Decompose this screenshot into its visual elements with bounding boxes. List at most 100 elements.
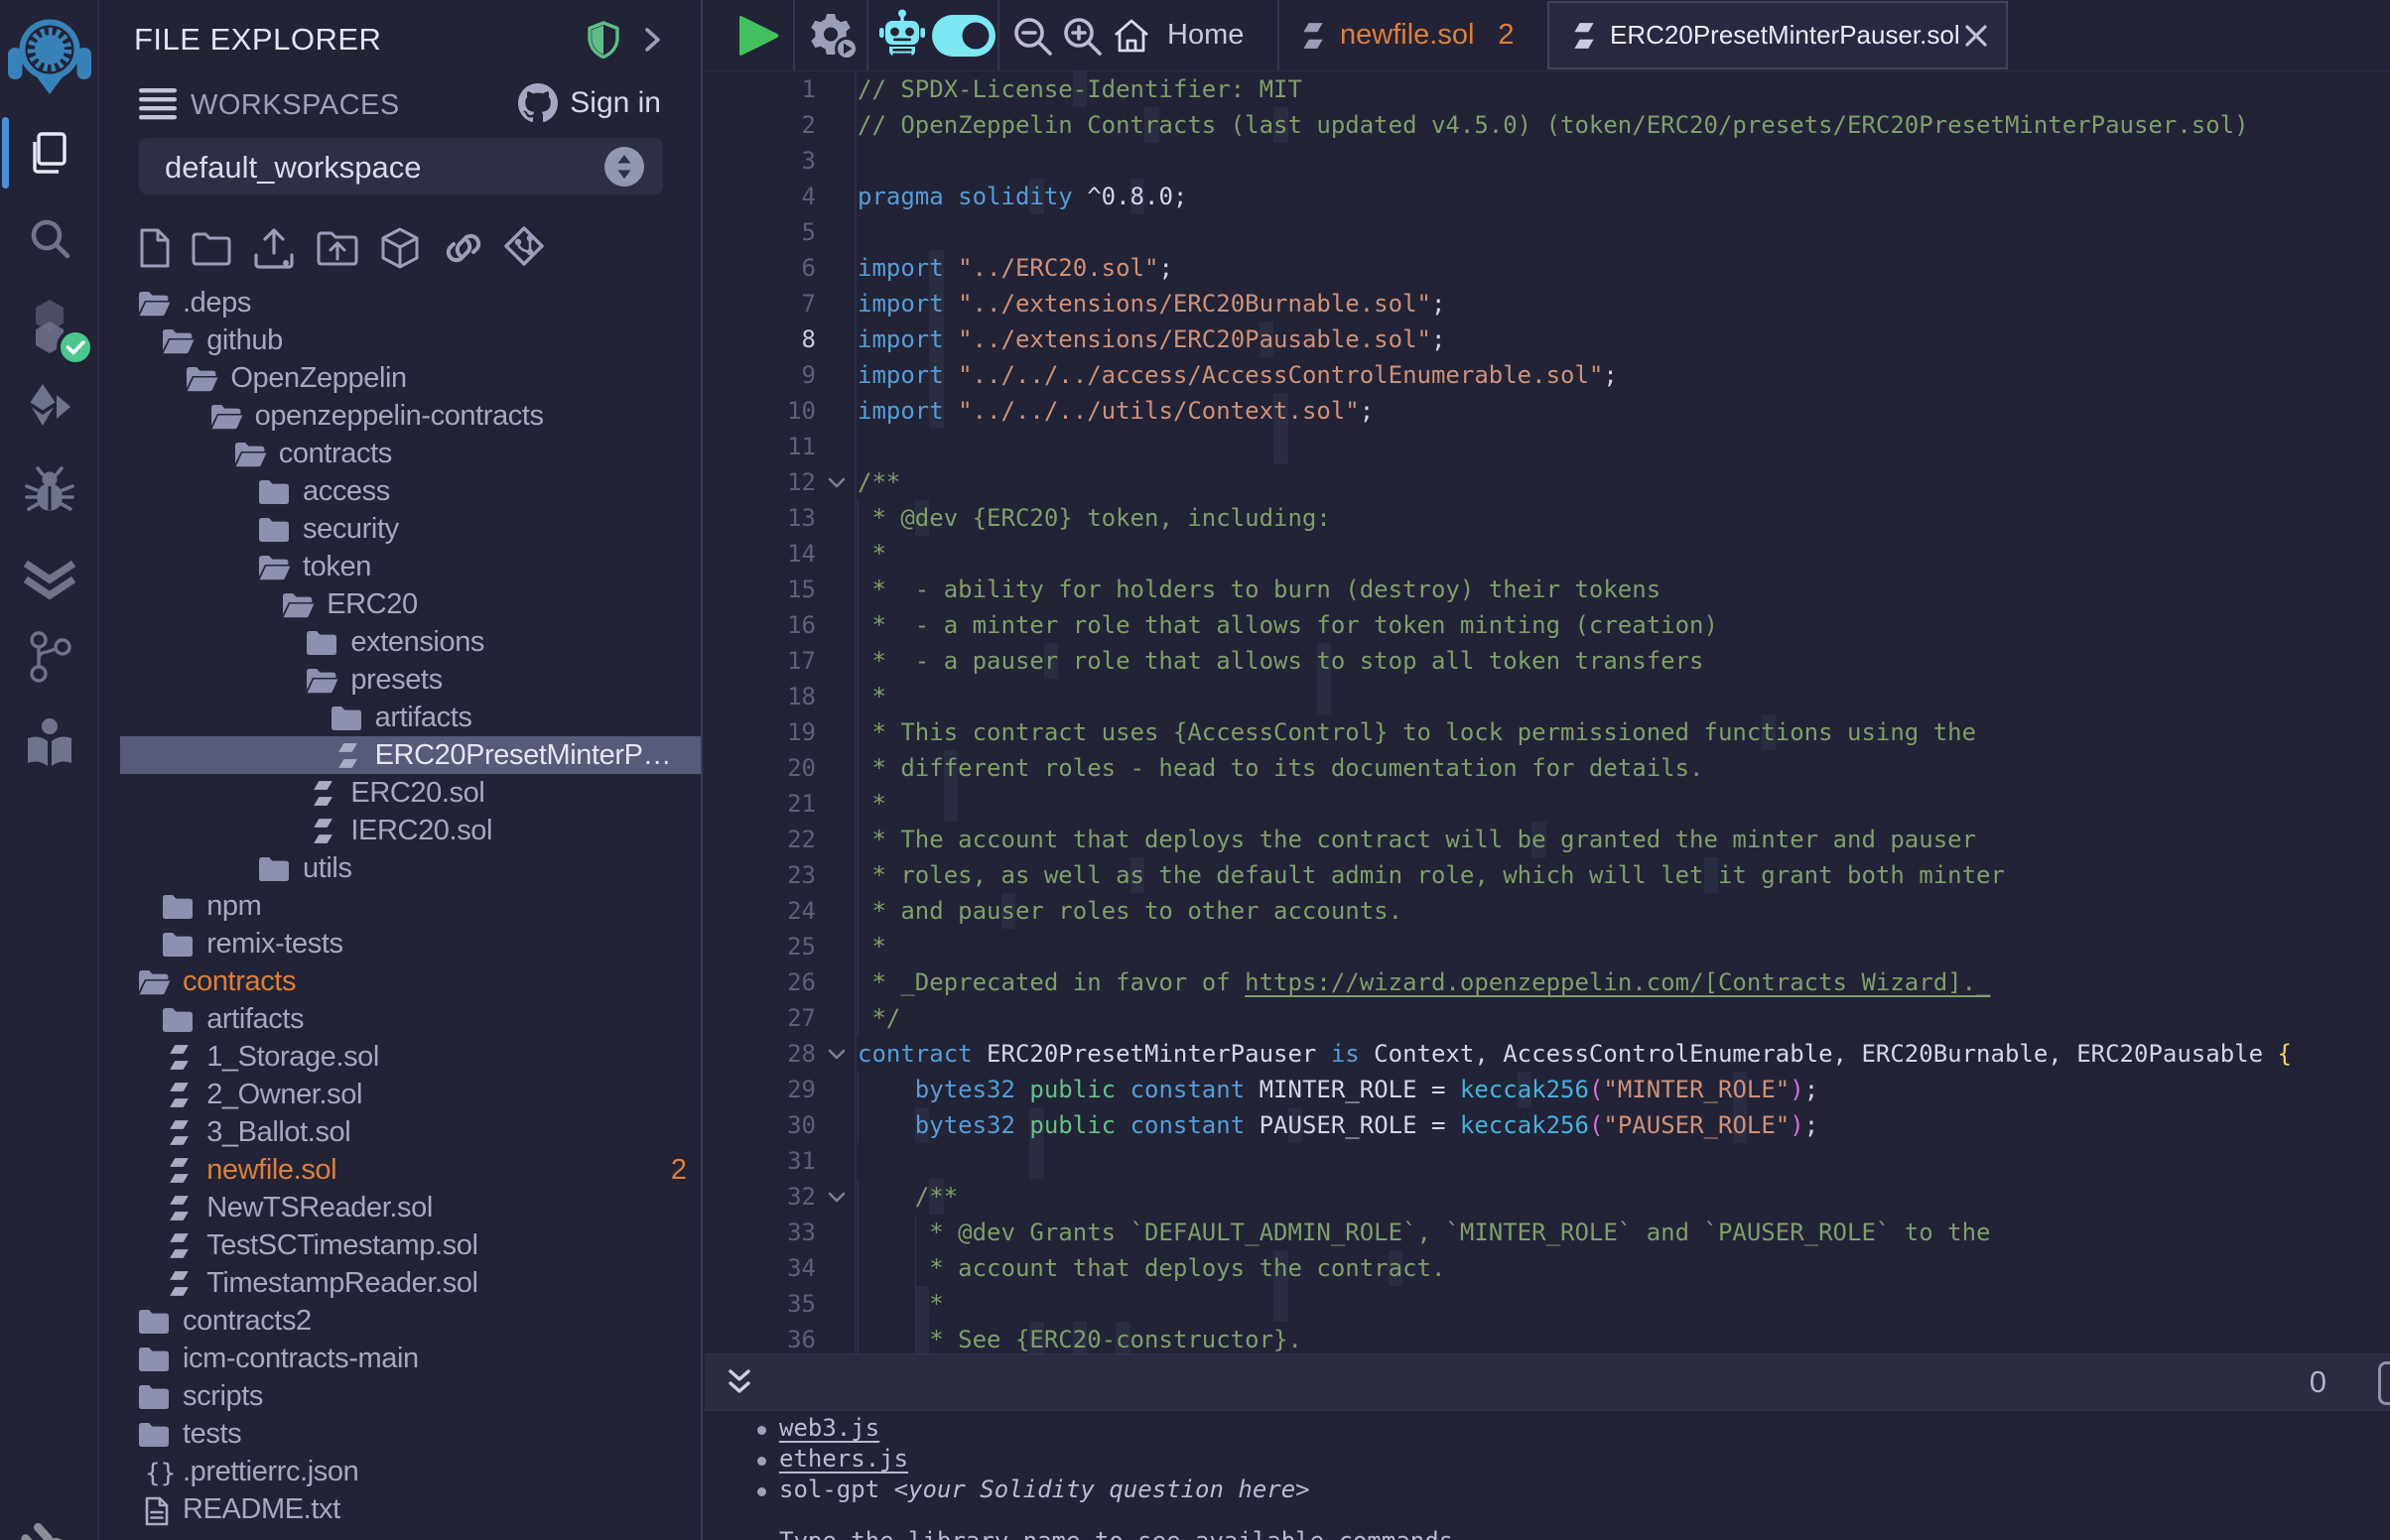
home-icon: [1112, 17, 1151, 55]
tree-item-erc20[interactable]: ERC20: [101, 585, 701, 623]
tree-item-artifacts[interactable]: artifacts: [101, 1000, 701, 1038]
terminal-expand-icon[interactable]: [723, 1363, 756, 1408]
tab-home[interactable]: Home: [1112, 0, 1244, 70]
sol-file-icon: [167, 1043, 192, 1077]
terminal-link-web3-js[interactable]: web3.js: [779, 1414, 879, 1442]
code-line-1: // SPDX-License-Identifier: MIT: [858, 71, 1302, 107]
fold-chevron-icon[interactable]: [826, 1044, 848, 1069]
tree-item-openzeppelin-contracts[interactable]: openzeppelin-contracts: [101, 397, 701, 435]
tab-close-icon[interactable]: [1962, 22, 1990, 50]
code-line-13: * @dev {ERC20} token, including:: [858, 500, 1331, 536]
tree-item-timestampreader-sol[interactable]: TimestampReader.sol: [101, 1264, 701, 1302]
sidebar-item-solidity-compiler[interactable]: [0, 298, 99, 357]
git-clone-icon[interactable]: [504, 226, 544, 275]
terminal-content[interactable]: web3.js ethers.jssol-gpt <your Solidity q…: [705, 1411, 2390, 1540]
tree-item-security[interactable]: security: [101, 510, 701, 548]
tree-item-contracts[interactable]: contracts: [101, 435, 701, 472]
tree-item-label: OpenZeppelin: [230, 362, 406, 395]
workspace-select[interactable]: default_workspace: [139, 138, 663, 194]
fold-chevron-icon[interactable]: [826, 1187, 848, 1212]
tree-item-artifacts[interactable]: artifacts: [101, 699, 701, 736]
tree-item-github[interactable]: github: [101, 321, 701, 359]
sidebar-item-deploy-run[interactable]: [0, 379, 99, 435]
code-line-16: * - a minter role that allows for token …: [858, 607, 1718, 643]
plugin-manager-icon[interactable]: [0, 1514, 99, 1540]
tree-item-badge: 2: [671, 1154, 687, 1187]
line-number: 29: [705, 1072, 816, 1107]
terminal-search-box[interactable]: [2378, 1361, 2390, 1405]
tree-item-contracts[interactable]: contracts: [101, 962, 701, 1000]
tree-item-ierc20-sol[interactable]: IERC20.sol: [101, 812, 701, 849]
ipfs-box-icon[interactable]: [377, 225, 423, 276]
tree-item-tests[interactable]: tests: [101, 1415, 701, 1453]
tree-item-token[interactable]: token: [101, 548, 701, 585]
tree-item-label: IERC20.sol: [350, 815, 492, 847]
sol-file-icon: [167, 1269, 192, 1303]
tree-item-newtsreader-sol[interactable]: NewTSReader.sol: [101, 1189, 701, 1226]
sign-in-button[interactable]: Sign in: [518, 83, 661, 123]
sidebar-item-debugger[interactable]: [0, 464, 99, 524]
tree-item-erc20presetminterpauser-[interactable]: ERC20PresetMinterPauser...: [120, 736, 701, 774]
line-number: 16: [705, 607, 816, 643]
tree-item-utils[interactable]: utils: [101, 849, 701, 887]
tree-item-extensions[interactable]: extensions: [101, 623, 701, 661]
tree-item-icm-contracts-main[interactable]: icm-contracts-main: [101, 1340, 701, 1377]
line-number: 27: [705, 1000, 816, 1036]
tree-item-openzeppelin[interactable]: OpenZeppelin: [101, 359, 701, 397]
line-number: 11: [705, 429, 816, 464]
link-icon[interactable]: [440, 226, 487, 275]
zoom-in-icon[interactable]: [1054, 0, 1110, 70]
solidity-file-icon: [1300, 21, 1326, 51]
tree-item-scripts[interactable]: scripts: [101, 1377, 701, 1415]
tree-item--deps[interactable]: .deps: [101, 284, 701, 321]
line-number: 36: [705, 1322, 816, 1353]
upload-folder-icon[interactable]: [315, 227, 360, 274]
fold-chevron-icon[interactable]: [826, 472, 848, 497]
tree-item-label: 1_Storage.sol: [206, 1041, 379, 1074]
tree-item--prettierrc-json[interactable]: {}.prettierrc.json: [101, 1453, 701, 1490]
zoom-out-icon[interactable]: [1004, 0, 1060, 70]
sidebar-item-learneth[interactable]: [0, 712, 99, 776]
ai-copilot-toggle[interactable]: [929, 0, 998, 70]
run-script-button[interactable]: [727, 0, 790, 70]
sidebar-item-git[interactable]: [0, 627, 99, 687]
tab-active[interactable]: ERC20PresetMinterPauser.sol: [1547, 1, 2008, 69]
tree-item-1-storage-sol[interactable]: 1_Storage.sol: [101, 1038, 701, 1076]
tab-newfile[interactable]: newfile.sol 2: [1300, 0, 1515, 70]
tree-item-remix-tests[interactable]: remix-tests: [101, 925, 701, 962]
line-number: 24: [705, 893, 816, 929]
file-tree: .deps github OpenZeppelin openzeppelin-c…: [101, 284, 701, 1540]
tree-item-testsctimestamp-sol[interactable]: TestSCTimestamp.sol: [101, 1226, 701, 1264]
line-number: 21: [705, 786, 816, 822]
new-file-icon[interactable]: [137, 226, 173, 275]
sol-file-icon: [167, 1156, 192, 1190]
tree-item-access[interactable]: access: [101, 472, 701, 510]
tree-item-readme-txt[interactable]: README.txt: [101, 1490, 701, 1528]
workspaces-menu-icon[interactable]: [139, 87, 177, 126]
chevron-right-icon[interactable]: [637, 22, 667, 63]
tree-item-label: ERC20.sol: [350, 777, 484, 810]
tree-item-presets[interactable]: presets: [101, 661, 701, 699]
tree-item-3-ballot-sol[interactable]: 3_Ballot.sol: [101, 1113, 701, 1151]
folder-open-icon: [233, 440, 267, 472]
tree-item-2-owner-sol[interactable]: 2_Owner.sol: [101, 1076, 701, 1113]
terminal-entry: sol-gpt <your Solidity question here>: [779, 1475, 1310, 1505]
sidebar-item-search[interactable]: [0, 210, 99, 266]
tree-item-contracts2[interactable]: contracts2: [101, 1302, 701, 1340]
code-editor[interactable]: 1// SPDX-License-Identifier: MIT2// Open…: [705, 71, 2390, 1353]
terminal-link-ethers-js[interactable]: ethers.js: [779, 1445, 908, 1473]
sidebar-item-unit-testing[interactable]: [0, 552, 99, 607]
line-number: 12: [705, 464, 816, 500]
shield-icon: [586, 20, 621, 64]
compile-settings-icon[interactable]: [800, 0, 863, 70]
folder-open-icon: [257, 553, 291, 585]
upload-file-icon[interactable]: [250, 225, 298, 276]
tree-item-erc20-sol[interactable]: ERC20.sol: [101, 774, 701, 812]
sidebar-item-file-explorer[interactable]: [0, 125, 99, 181]
tree-item-newfile-sol[interactable]: newfile.sol2: [101, 1151, 701, 1189]
tree-item-npm[interactable]: npm: [101, 887, 701, 925]
tree-item-label: NewTSReader.sol: [206, 1192, 433, 1224]
code-line-28: contract ERC20PresetMinterPauser is Cont…: [858, 1036, 2292, 1072]
new-folder-icon[interactable]: [190, 228, 233, 273]
folder-icon: [137, 1307, 171, 1340]
